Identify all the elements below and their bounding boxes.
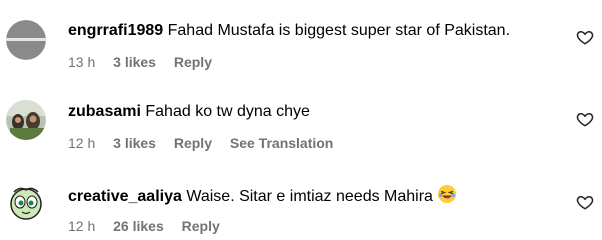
comment-meta: 13 h 3 likes Reply [68, 53, 226, 71]
avatar[interactable] [6, 20, 46, 60]
comment-body: Waise. Sitar e imtiaz needs Mahira [186, 188, 433, 205]
default-avatar-icon [6, 20, 46, 60]
comment-item: zubasami Fahad ko tw dyna chye 12 h 3 li… [0, 80, 602, 160]
comment-meta: 12 h 26 likes Reply [68, 217, 234, 235]
comment-body: Fahad ko tw dyna chye [145, 103, 310, 120]
username[interactable]: zubasami [68, 103, 141, 120]
comment-text-line: creative_aaliya Waise. Sitar e imtiaz ne… [68, 184, 457, 207]
comment-item: engrrafi1989 Fahad Mustafa is biggest su… [0, 0, 602, 80]
likes-count[interactable]: 3 likes [113, 135, 156, 151]
heart-outline-icon[interactable] [576, 110, 594, 128]
profile-photo-icon [6, 100, 46, 140]
timestamp[interactable]: 12 h [68, 218, 95, 234]
timestamp[interactable]: 12 h [68, 135, 95, 151]
username[interactable]: creative_aaliya [68, 188, 182, 205]
cartoon-avatar-icon [6, 182, 46, 222]
avatar[interactable] [6, 182, 46, 222]
likes-count[interactable]: 26 likes [113, 218, 164, 234]
heart-outline-icon[interactable] [576, 193, 594, 211]
see-translation-button[interactable]: See Translation [230, 135, 333, 151]
reply-button[interactable]: Reply [182, 218, 220, 234]
timestamp[interactable]: 13 h [68, 54, 95, 70]
heart-outline-icon[interactable] [576, 28, 594, 46]
comment-text-line: zubasami Fahad ko tw dyna chye [68, 102, 310, 122]
comment-item: creative_aaliya Waise. Sitar e imtiaz ne… [0, 160, 602, 240]
comment-text-line: engrrafi1989 Fahad Mustafa is biggest su… [68, 21, 510, 41]
comment-body: Fahad Mustafa is biggest super star of P… [167, 22, 511, 39]
username[interactable]: engrrafi1989 [68, 22, 163, 39]
comment-meta: 12 h 3 likes Reply See Translation [68, 134, 347, 152]
avatar[interactable] [6, 100, 46, 140]
reply-button[interactable]: Reply [174, 135, 212, 151]
likes-count[interactable]: 3 likes [113, 54, 156, 70]
reply-button[interactable]: Reply [174, 54, 212, 70]
laughing-face-emoji-icon [437, 185, 456, 203]
